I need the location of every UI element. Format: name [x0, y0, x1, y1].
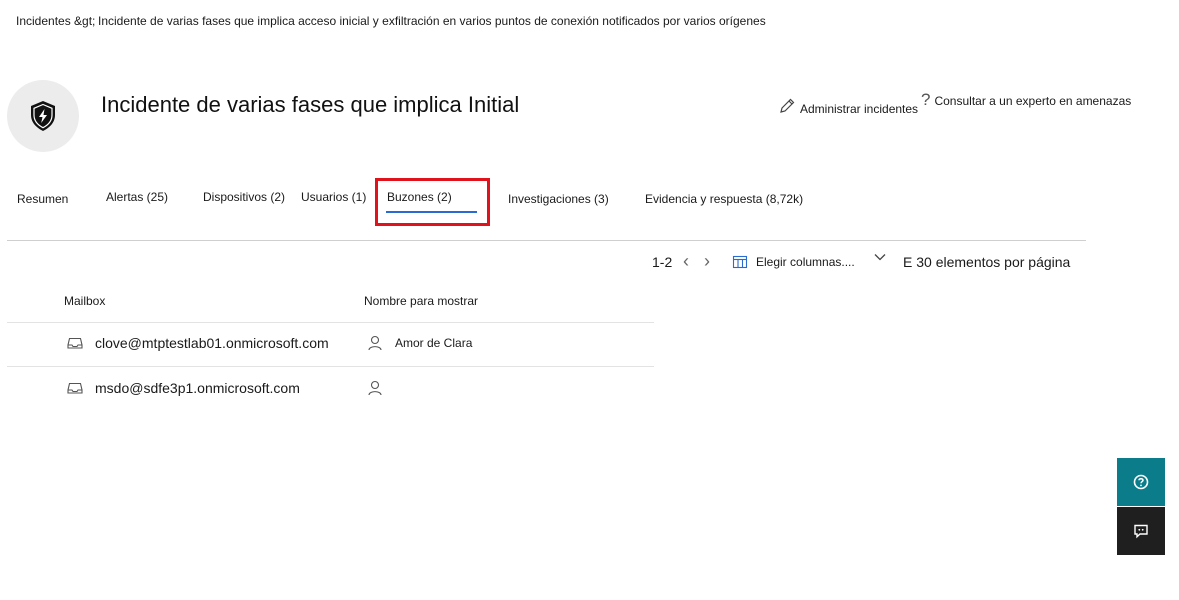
consult-expert-button[interactable]: ? Consultar a un experto en amenazas	[921, 89, 1132, 109]
person-icon	[368, 335, 382, 351]
display-name: Amor de Clara	[395, 336, 473, 350]
choose-columns-label: Elegir columnas....	[756, 255, 855, 269]
mailbox-icon	[67, 382, 83, 394]
incident-avatar	[7, 80, 79, 152]
help-button[interactable]	[1117, 458, 1165, 506]
highlight-box	[375, 178, 490, 226]
previous-page-icon[interactable]: ‹	[683, 252, 689, 270]
tab-evidencia[interactable]: Evidencia y respuesta (8,72k)	[645, 192, 803, 206]
column-header-mailbox[interactable]: Mailbox	[64, 294, 105, 308]
columns-icon	[732, 255, 748, 269]
next-page-icon[interactable]: ›	[704, 252, 710, 270]
manage-incidents-button[interactable]: Administrar incidentes	[778, 96, 918, 116]
tabs-divider	[7, 240, 1086, 241]
mailbox-address[interactable]: clove@mtptestlab01.onmicrosoft.com	[95, 335, 329, 351]
tab-alertas[interactable]: Alertas (25)	[106, 190, 168, 204]
page-title: Incidente de varias fases que implica In…	[101, 92, 520, 117]
pencil-icon	[780, 98, 795, 113]
help-icon	[1133, 474, 1149, 490]
column-header-display-name[interactable]: Nombre para mostrar	[364, 294, 478, 308]
person-icon	[368, 380, 382, 396]
mailbox-icon	[67, 337, 83, 349]
mailbox-address[interactable]: msdo@sdfe3p1.onmicrosoft.com	[95, 380, 300, 396]
shield-bolt-icon	[31, 101, 55, 131]
items-per-page[interactable]: E 30 elementos por página	[903, 254, 1070, 270]
tab-usuarios[interactable]: Usuarios (1)	[301, 190, 366, 204]
feedback-button[interactable]	[1117, 507, 1165, 555]
table-row[interactable]: clove@mtptestlab01.onmicrosoft.com Amor …	[7, 323, 654, 367]
manage-incidents-label: Administrar incidentes	[800, 102, 919, 116]
choose-columns-button[interactable]: Elegir columnas....	[732, 254, 855, 270]
table-row[interactable]: msdo@sdfe3p1.onmicrosoft.com	[7, 367, 654, 411]
pagination-range: 1-2	[652, 254, 673, 270]
tab-dispositivos[interactable]: Dispositivos (2)	[203, 190, 285, 204]
chevron-down-icon[interactable]	[873, 250, 887, 267]
feedback-icon	[1134, 524, 1148, 539]
breadcrumb-current: Incidente de varias fases que implica ac…	[98, 14, 766, 28]
tab-investigaciones[interactable]: Investigaciones (3)	[508, 192, 609, 206]
tab-resumen[interactable]: Resumen	[17, 192, 68, 206]
question-icon: ?	[921, 89, 931, 109]
consult-expert-label: Consultar a un experto en amenazas	[934, 94, 1132, 108]
breadcrumb-root[interactable]: Incidentes &gt;	[16, 14, 95, 28]
